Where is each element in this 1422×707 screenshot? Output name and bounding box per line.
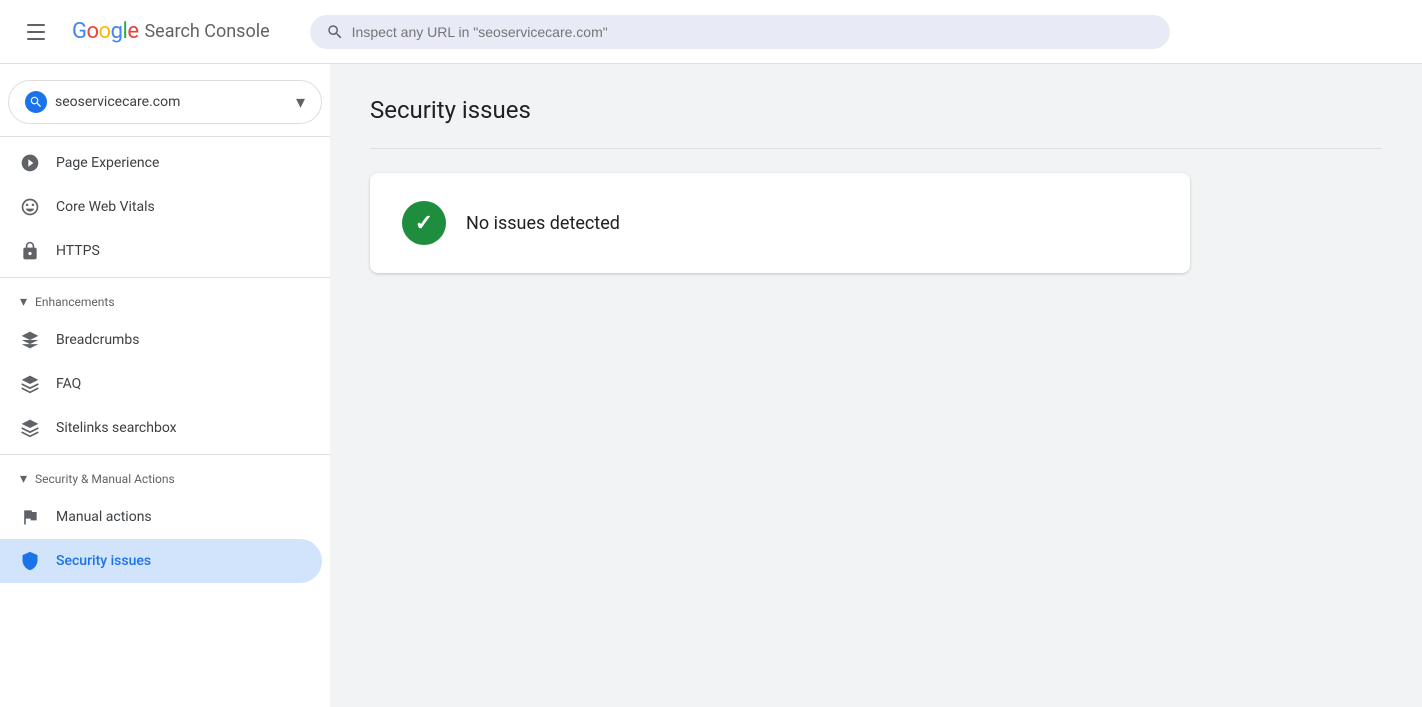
site-icon [25,91,47,113]
sidebar-item-manual-actions[interactable]: Manual actions [0,495,322,539]
main-layout: seoservicecare.com ▾ Page Experience Cor… [0,64,1422,707]
sidebar-item-core-web-vitals[interactable]: Core Web Vitals [0,185,322,229]
core-web-vitals-icon [20,197,40,217]
chevron-down-icon: ▾ [20,294,27,310]
main-content: Security issues ✓ No issues detected [330,64,1422,707]
search-small-icon [29,95,43,109]
security-manual-actions-section-header[interactable]: ▾ Security & Manual Actions [0,459,330,495]
hamburger-line-3 [27,38,45,40]
breadcrumbs-label: Breadcrumbs [56,332,139,348]
sidebar-divider-1 [0,136,330,137]
app-title: Search Console [144,21,269,42]
sidebar-item-breadcrumbs[interactable]: Breadcrumbs [0,318,322,362]
enhancements-section-header[interactable]: ▾ Enhancements [0,282,330,318]
https-icon [20,241,40,261]
sidebar-divider-3 [0,454,330,455]
sidebar: seoservicecare.com ▾ Page Experience Cor… [0,64,330,707]
app-header: Google Search Console [0,0,1422,64]
security-issues-label: Security issues [56,553,151,569]
google-logo: Google [72,19,138,44]
page-experience-label: Page Experience [56,155,159,171]
sidebar-item-security-issues[interactable]: Security issues [0,539,322,583]
sidebar-item-sitelinks-searchbox[interactable]: Sitelinks searchbox [0,406,322,450]
check-circle-icon: ✓ [402,201,446,245]
checkmark: ✓ [415,211,433,236]
page-experience-icon [20,153,40,173]
breadcrumbs-icon [20,330,40,350]
site-selector-dropdown-icon: ▾ [296,92,305,113]
logo-area: Google Search Console [72,19,270,44]
search-input-wrapper [310,15,1170,49]
no-issues-text: No issues detected [466,213,620,234]
sitelinks-icon [20,418,40,438]
manual-actions-label: Manual actions [56,509,152,525]
faq-label: FAQ [56,376,81,392]
faq-icon [20,374,40,394]
url-inspect-input[interactable] [352,24,1154,40]
site-selector[interactable]: seoservicecare.com ▾ [8,80,322,124]
sidebar-item-faq[interactable]: FAQ [0,362,322,406]
search-bar [310,15,1170,49]
hamburger-line-1 [27,24,45,26]
security-issues-icon [20,551,40,571]
site-name: seoservicecare.com [55,94,288,110]
search-icon [326,23,344,41]
sidebar-item-https[interactable]: HTTPS [0,229,322,273]
hamburger-line-2 [27,31,45,33]
sidebar-divider-2 [0,277,330,278]
page-title: Security issues [370,96,1382,124]
content-divider [370,148,1382,149]
https-label: HTTPS [56,243,100,259]
hamburger-menu-button[interactable] [16,12,56,52]
security-manual-actions-label: Security & Manual Actions [35,472,175,486]
no-issues-card: ✓ No issues detected [370,173,1190,273]
enhancements-label: Enhancements [35,295,115,309]
sitelinks-searchbox-label: Sitelinks searchbox [56,420,177,436]
manual-actions-icon [20,507,40,527]
sidebar-item-page-experience[interactable]: Page Experience [0,141,322,185]
security-chevron-down-icon: ▾ [20,471,27,487]
core-web-vitals-label: Core Web Vitals [56,199,155,215]
